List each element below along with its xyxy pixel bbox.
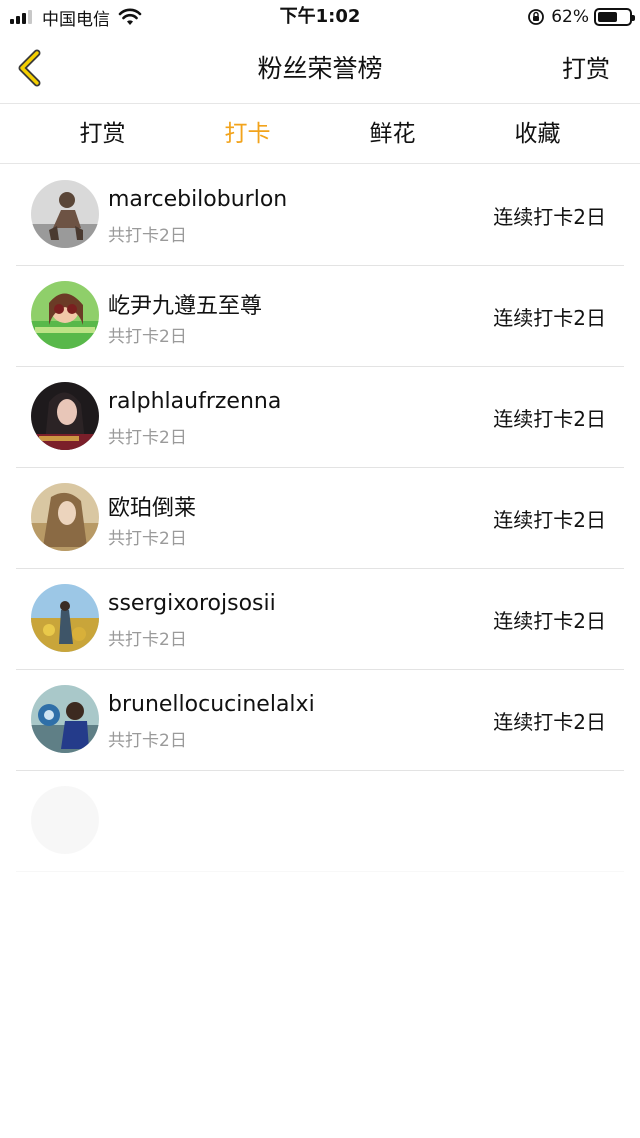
nav-bar: 粉丝荣誉榜 打赏 [0, 34, 640, 104]
list-item[interactable]: ralphlaufrzenna 共打卡2日 连续打卡2日 [0, 367, 640, 468]
fan-streak: 连续打卡2日 [493, 205, 606, 229]
battery-percent: 62% [551, 7, 589, 27]
list-item[interactable]: 屹尹九遵五至尊 共打卡2日 连续打卡2日 [0, 266, 640, 367]
fan-name: ssergixorojsosii [108, 591, 276, 616]
tab-flowers[interactable]: 鲜花 [320, 105, 465, 163]
faded-list-item [0, 771, 640, 872]
battery-icon [594, 8, 635, 26]
avatar [31, 483, 99, 551]
fan-name: ralphlaufrzenna [108, 389, 282, 414]
avatar [31, 382, 99, 450]
fan-total-checkins: 共打卡2日 [108, 327, 187, 347]
fan-name: marcebiloburlon [108, 187, 288, 212]
status-bar: 中国电信 下午1:02 62% [0, 0, 640, 34]
fan-streak: 连续打卡2日 [493, 306, 606, 330]
page-title: 粉丝荣誉榜 [257, 54, 383, 83]
fan-streak: 连续打卡2日 [493, 710, 606, 734]
fan-name: 屹尹九遵五至尊 [108, 294, 263, 319]
battery-level [598, 12, 617, 22]
list-item[interactable]: 欧珀倒莱 共打卡2日 连续打卡2日 [0, 468, 640, 569]
fan-ranking-list: marcebiloburlon 共打卡2日 连续打卡2日 屹尹九遵五至尊 共打卡… [0, 165, 640, 771]
avatar-placeholder [31, 786, 99, 854]
avatar [31, 180, 99, 248]
list-item[interactable]: marcebiloburlon 共打卡2日 连续打卡2日 [0, 165, 640, 266]
fan-name: 欧珀倒莱 [108, 496, 197, 521]
reward-button[interactable]: 打赏 [562, 34, 610, 104]
fan-total-checkins: 共打卡2日 [108, 226, 187, 246]
avatar [31, 584, 99, 652]
fan-streak: 连续打卡2日 [493, 609, 606, 633]
fan-total-checkins: 共打卡2日 [108, 630, 187, 650]
fan-total-checkins: 共打卡2日 [108, 529, 187, 549]
tab-favorites[interactable]: 收藏 [465, 105, 610, 163]
fan-total-checkins: 共打卡2日 [108, 428, 187, 448]
list-item[interactable]: ssergixorojsosii 共打卡2日 连续打卡2日 [0, 569, 640, 670]
list-item[interactable]: brunellocucinelalxi 共打卡2日 连续打卡2日 [0, 670, 640, 771]
avatar [31, 685, 99, 753]
fan-total-checkins: 共打卡2日 [108, 731, 187, 751]
status-right: 62% [527, 4, 635, 30]
tab-bar: 打赏 打卡 鲜花 收藏 [0, 105, 640, 164]
avatar [31, 281, 99, 349]
tab-checkin[interactable]: 打卡 [175, 105, 320, 163]
fan-name: brunellocucinelalxi [108, 692, 315, 717]
tab-reward[interactable]: 打赏 [30, 105, 175, 163]
orientation-lock-icon [528, 9, 545, 25]
fan-streak: 连续打卡2日 [493, 407, 606, 431]
fan-streak: 连续打卡2日 [493, 508, 606, 532]
